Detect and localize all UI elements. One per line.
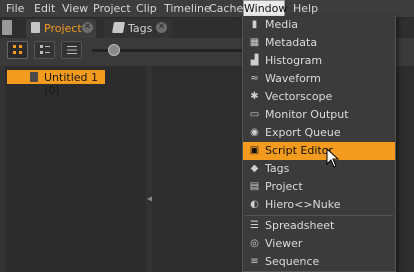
- mouse-cursor-icon: [326, 148, 340, 168]
- menu-item-label: Project: [265, 180, 303, 193]
- project-icon: [31, 22, 40, 33]
- menu-item-label: Viewer: [265, 237, 303, 250]
- close-icon[interactable]: ✕: [82, 22, 93, 33]
- menu-view[interactable]: View: [62, 0, 88, 17]
- menu-item-waveform[interactable]: ≈ Waveform: [243, 70, 395, 88]
- menu-item-viewer[interactable]: ◎ Viewer: [243, 235, 395, 253]
- menu-item-media[interactable]: ▮ Media: [243, 16, 395, 34]
- project-bin-label: Untitled 1 (0): [44, 71, 99, 97]
- menu-item-script-editor[interactable]: ▣ Script Editor: [243, 142, 395, 160]
- details-view-button[interactable]: [34, 41, 55, 59]
- menu-edit[interactable]: Edit: [34, 0, 55, 17]
- menu-item-vectorscope[interactable]: ✱ Vectorscope: [243, 88, 395, 106]
- menu-item-hiero-nuke[interactable]: ◐ Hiero<>Nuke: [243, 196, 395, 214]
- list-view-button[interactable]: [61, 41, 82, 59]
- menu-item-label: Histogram: [265, 54, 323, 67]
- tags-icon: [112, 22, 125, 33]
- menu-item-project[interactable]: ▤ Project: [243, 178, 395, 196]
- tab-tags[interactable]: Tags ✕: [104, 19, 172, 38]
- list-view-icon: [67, 46, 77, 54]
- menu-project[interactable]: Project: [93, 0, 131, 17]
- menu-item-label: Waveform: [265, 72, 321, 85]
- menu-timeline[interactable]: Timeline: [164, 0, 211, 17]
- project-bin-item[interactable]: Untitled 1 (0): [7, 70, 105, 97]
- project-file-icon: [30, 72, 38, 82]
- viewer-icon: ◎: [250, 238, 259, 249]
- menu-file[interactable]: File: [6, 0, 24, 17]
- menu-item-label: Hiero<>Nuke: [265, 198, 341, 211]
- tab-project-label: Project: [44, 22, 82, 35]
- menu-item-label: Media: [265, 18, 299, 31]
- menu-item-label: Monitor Output: [265, 108, 349, 121]
- sequence-icon: ≡: [250, 256, 259, 267]
- menu-clip[interactable]: Clip: [136, 0, 157, 17]
- tab-tags-label: Tags: [128, 22, 153, 35]
- menu-item-tags[interactable]: ◆ Tags: [243, 160, 395, 178]
- menu-cache[interactable]: Cache: [209, 0, 243, 17]
- menu-item-metadata[interactable]: ▦ Metadata: [243, 34, 395, 52]
- menu-item-label: Tags: [265, 162, 290, 175]
- window-menu: ▮ Media ▦ Metadata ▟ Histogram ≈ Wavefor…: [242, 16, 396, 272]
- menu-item-label: Metadata: [265, 36, 318, 49]
- menu-item-label: Script Editor: [265, 144, 333, 157]
- grid-view-icon: [13, 45, 22, 54]
- histogram-icon: ▟: [250, 55, 259, 66]
- metadata-icon: ▦: [249, 37, 260, 48]
- monitor-icon: ▭: [249, 109, 260, 120]
- menu-item-export-queue[interactable]: ◉ Export Queue: [243, 124, 395, 142]
- menu-window[interactable]: Window: [243, 0, 287, 17]
- spreadsheet-icon: ☰: [250, 220, 259, 231]
- menu-separator: [245, 215, 393, 216]
- slider-handle[interactable]: [108, 44, 120, 56]
- details-view-icon: [40, 45, 50, 54]
- grid-view-button[interactable]: [7, 41, 28, 59]
- tab-project[interactable]: Project ✕: [26, 19, 96, 38]
- export-queue-icon: ◉: [250, 127, 259, 138]
- menu-item-histogram[interactable]: ▟ Histogram: [243, 52, 395, 70]
- waveform-icon: ≈: [250, 73, 259, 84]
- hiero-nuke-icon: ◐: [250, 199, 259, 210]
- media-icon: ▮: [251, 19, 258, 30]
- tags-icon: ◆: [250, 163, 259, 174]
- project-icon: ▤: [249, 181, 260, 192]
- menu-item-label: Sequence: [265, 255, 320, 268]
- menu-item-label: Spreadsheet: [265, 219, 335, 232]
- menu-item-label: Vectorscope: [265, 90, 333, 103]
- vectorscope-icon: ✱: [250, 91, 259, 102]
- panel-menu-icon[interactable]: [2, 20, 12, 35]
- menu-item-sequence[interactable]: ≡ Sequence: [243, 253, 395, 271]
- script-editor-icon: ▣: [249, 145, 260, 156]
- menu-item-monitor-output[interactable]: ▭ Monitor Output: [243, 106, 395, 124]
- close-icon[interactable]: ✕: [156, 22, 167, 33]
- menu-help[interactable]: Help: [293, 0, 318, 17]
- menu-item-spreadsheet[interactable]: ☰ Spreadsheet: [243, 217, 395, 235]
- menu-item-label: Export Queue: [265, 126, 341, 139]
